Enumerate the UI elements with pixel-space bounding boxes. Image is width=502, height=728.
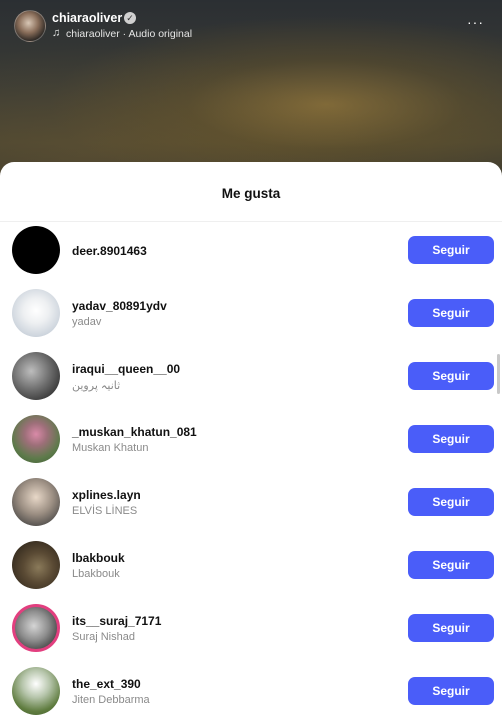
follow-button[interactable]: Seguir bbox=[408, 488, 494, 516]
scrollbar[interactable] bbox=[497, 354, 500, 394]
liker-row[interactable]: the_ext_390 Jiten Debbarma Seguir bbox=[0, 665, 502, 728]
follow-button[interactable]: Seguir bbox=[408, 299, 494, 327]
follow-button[interactable]: Seguir bbox=[408, 362, 494, 390]
liker-row[interactable]: xplines.layn ELVİS LİNES Seguir bbox=[0, 476, 502, 539]
avatar[interactable] bbox=[12, 415, 60, 463]
poster-username[interactable]: chiaraoliver bbox=[52, 11, 122, 25]
liker-username[interactable]: yadav_80891ydv bbox=[72, 299, 167, 313]
liker-username[interactable]: deer.8901463 bbox=[72, 244, 147, 258]
follow-button[interactable]: Seguir bbox=[408, 551, 494, 579]
verified-badge-icon: ✓ bbox=[124, 12, 136, 24]
liker-fullname: yadav bbox=[72, 316, 102, 328]
liker-row[interactable]: lbakbouk Lbakbouk Seguir bbox=[0, 539, 502, 602]
audio-label[interactable]: chiaraoliver · Audio original bbox=[66, 28, 192, 40]
liker-row[interactable]: yadav_80891ydv yadav Seguir bbox=[0, 287, 502, 350]
liker-username[interactable]: the_ext_390 bbox=[72, 677, 141, 691]
liker-username[interactable]: lbakbouk bbox=[72, 551, 125, 565]
likes-sheet: Me gusta deer.8901463 Seguir yadav_80891… bbox=[0, 162, 502, 728]
avatar[interactable] bbox=[12, 667, 60, 715]
avatar[interactable] bbox=[12, 289, 60, 337]
liker-fullname: Suraj Nishad bbox=[72, 631, 135, 643]
liker-row[interactable]: iraqui__queen__00 ثانیہ پروین Seguir bbox=[0, 350, 502, 413]
avatar[interactable] bbox=[12, 541, 60, 589]
liker-fullname: ثانیہ پروین bbox=[72, 380, 121, 392]
liker-fullname: Muskan Khatun bbox=[72, 442, 149, 454]
avatar-story-ring[interactable] bbox=[12, 604, 60, 652]
sheet-divider bbox=[0, 221, 502, 222]
music-note-icon: ♫ bbox=[52, 27, 61, 39]
liker-row[interactable]: _muskan_khatun_081 Muskan Khatun Seguir bbox=[0, 413, 502, 476]
poster-avatar[interactable] bbox=[14, 10, 46, 42]
liker-row[interactable]: deer.8901463 Seguir bbox=[0, 224, 502, 287]
liker-username[interactable]: its__suraj_7171 bbox=[72, 614, 161, 628]
liker-fullname: Jiten Debbarma bbox=[72, 694, 150, 706]
follow-button[interactable]: Seguir bbox=[408, 614, 494, 642]
likers-list: deer.8901463 Seguir yadav_80891ydv yadav… bbox=[0, 224, 502, 728]
avatar[interactable] bbox=[12, 352, 60, 400]
follow-button[interactable]: Seguir bbox=[408, 425, 494, 453]
liker-fullname: ELVİS LİNES bbox=[72, 505, 138, 517]
liker-username[interactable]: xplines.layn bbox=[72, 488, 141, 502]
sheet-title: Me gusta bbox=[221, 186, 281, 201]
avatar[interactable] bbox=[12, 478, 60, 526]
liker-row[interactable]: its__suraj_7171 Suraj Nishad Seguir bbox=[0, 602, 502, 665]
follow-button[interactable]: Seguir bbox=[408, 677, 494, 705]
more-options-icon[interactable]: ··· bbox=[467, 14, 484, 30]
liker-username[interactable]: _muskan_khatun_081 bbox=[72, 425, 197, 439]
video-header: chiaraoliver ✓ ♫ chiaraoliver · Audio or… bbox=[14, 10, 488, 42]
liker-fullname: Lbakbouk bbox=[72, 568, 120, 580]
avatar[interactable] bbox=[12, 226, 60, 274]
liker-username[interactable]: iraqui__queen__00 bbox=[72, 362, 180, 376]
follow-button[interactable]: Seguir bbox=[408, 236, 494, 264]
